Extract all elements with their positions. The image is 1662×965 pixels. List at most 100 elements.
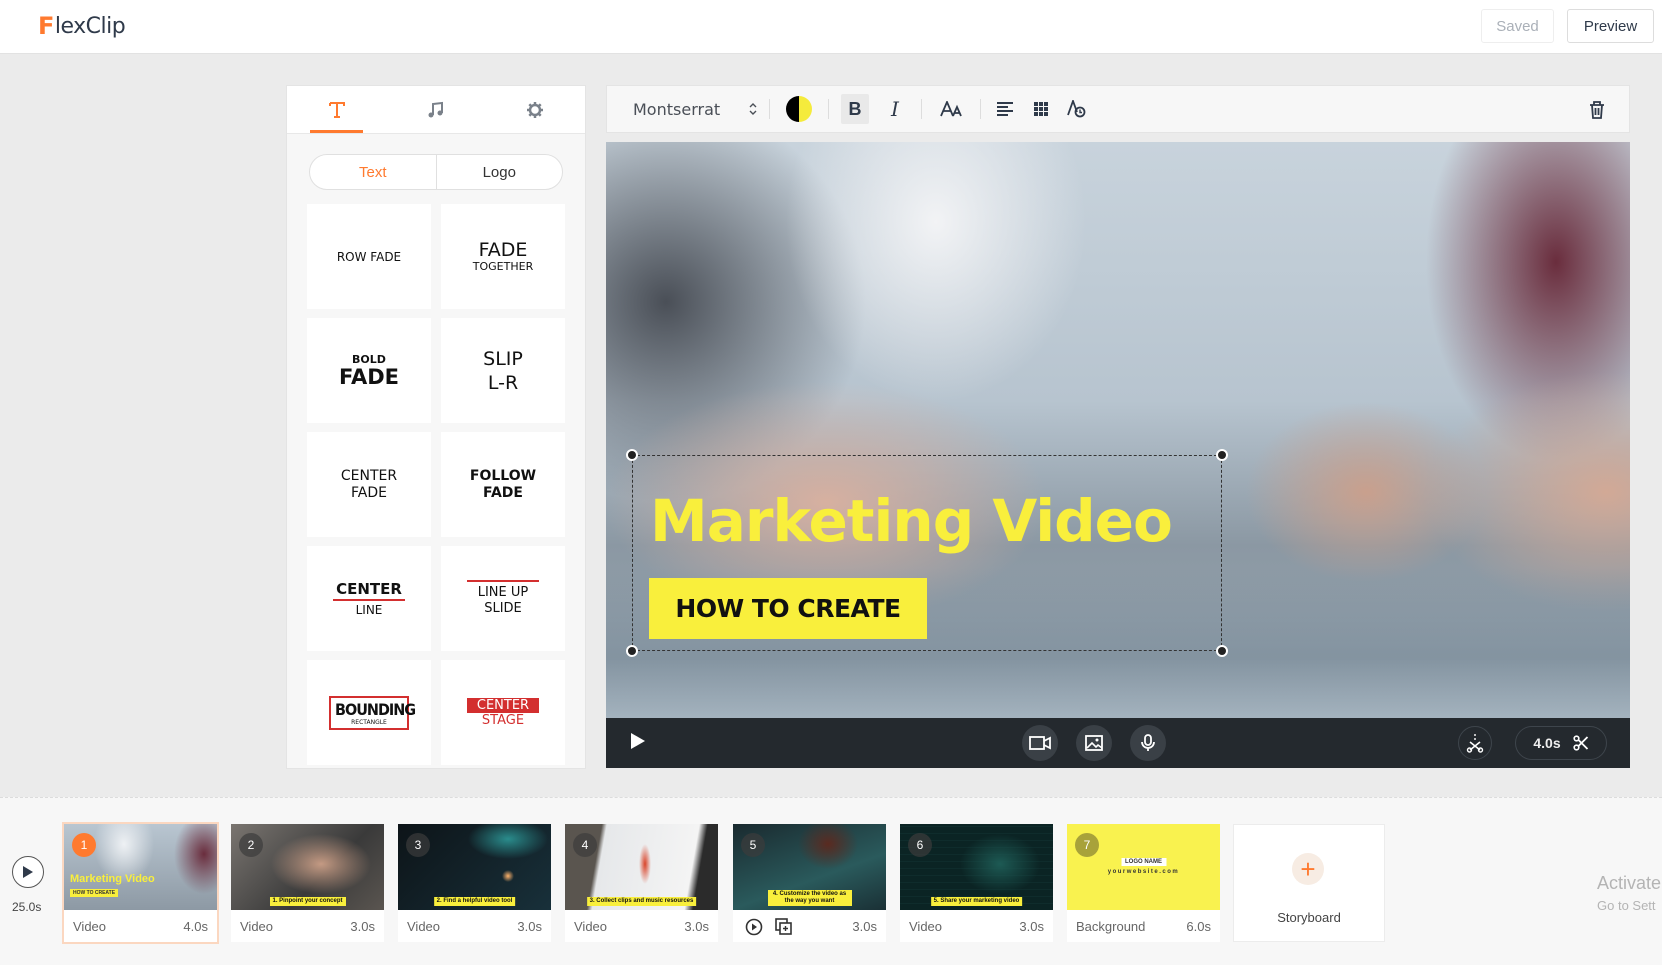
clip-mini-sub: HOW TO CREATE bbox=[70, 889, 119, 897]
clip-number: 4 bbox=[573, 833, 597, 857]
clip-2[interactable]: 2 1. Pinpoint your concept Video 3.0s bbox=[231, 824, 384, 942]
clip-caption: 5. Share your marketing video bbox=[930, 897, 1023, 906]
subtitle-text[interactable]: HOW TO CREATE bbox=[649, 578, 927, 639]
segment-text[interactable]: Text bbox=[310, 155, 437, 189]
clip-1[interactable]: 1 Marketing Video HOW TO CREATE Video 4.… bbox=[62, 822, 219, 944]
clip-thumbnail: 7 LOGO NAME yourwebsite.com bbox=[1067, 824, 1220, 910]
template-slip-lr[interactable]: SLIP L-R bbox=[441, 318, 565, 423]
play-icon bbox=[631, 733, 645, 749]
total-duration: 25.0s bbox=[12, 900, 42, 914]
clip-type: Video bbox=[574, 919, 608, 934]
clip-number: 6 bbox=[908, 833, 932, 857]
clip-duration: 3.0s bbox=[517, 919, 542, 934]
clip-caption: 1. Pinpoint your concept bbox=[269, 897, 346, 906]
clip-thumbnail: 6 5. Share your marketing video bbox=[900, 824, 1053, 910]
storyboard-button[interactable]: + Storyboard bbox=[1233, 824, 1385, 942]
template-line-up-slide[interactable]: LINE UP SLIDE bbox=[441, 546, 565, 651]
video-canvas[interactable]: Marketing Video HOW TO CREATE bbox=[606, 142, 1630, 718]
timeline-play-button[interactable] bbox=[12, 856, 44, 888]
clip-duration: 3.0s bbox=[852, 919, 877, 934]
updown-arrow-icon bbox=[749, 103, 757, 115]
grid-button[interactable] bbox=[1027, 94, 1055, 124]
clip-type: Background bbox=[1076, 919, 1146, 934]
clip-duration: 3.0s bbox=[1019, 919, 1044, 934]
clip-add-button[interactable] bbox=[775, 918, 793, 936]
clip-6[interactable]: 6 5. Share your marketing video Video 3.… bbox=[900, 824, 1053, 942]
clip-thumbnail: 1 Marketing Video HOW TO CREATE bbox=[64, 824, 217, 910]
video-button[interactable] bbox=[1022, 725, 1058, 761]
clip-5[interactable]: 5 4. Customize the video as the way you … bbox=[733, 824, 886, 942]
clip-number: 5 bbox=[741, 833, 765, 857]
clip-thumbnail: 4 3. Collect clips and music resources bbox=[565, 824, 718, 910]
template-bounding-rectangle[interactable]: BOUNDING RECTANGLE bbox=[307, 660, 431, 765]
flexclip-logo[interactable]: FlexClip bbox=[38, 12, 126, 40]
text-animation-button[interactable] bbox=[1063, 94, 1091, 124]
template-label: CENTER bbox=[333, 580, 405, 601]
font-select[interactable]: Montserrat bbox=[633, 94, 763, 124]
video-controls: 4.0s bbox=[606, 718, 1630, 768]
text-timing-icon bbox=[1067, 100, 1086, 118]
resize-handle-top-right[interactable] bbox=[1216, 449, 1228, 461]
divider bbox=[769, 99, 770, 119]
clip-thumbnail: 3 2. Find a helpful video tool bbox=[398, 824, 551, 910]
image-icon bbox=[1085, 735, 1103, 751]
template-fade-together[interactable]: FADE TOGETHER bbox=[441, 204, 565, 309]
template-label-line1: LINE UP bbox=[477, 585, 529, 600]
preview-button[interactable]: Preview bbox=[1567, 9, 1654, 43]
template-label: FADE bbox=[478, 239, 528, 261]
clip-type: Video bbox=[73, 919, 107, 934]
template-center-line[interactable]: CENTER LINE bbox=[307, 546, 431, 651]
template-label: BOUNDING RECTANGLE bbox=[329, 695, 416, 730]
template-sublabel: STAGE bbox=[481, 712, 525, 728]
template-bold-fade[interactable]: BOLD FADE bbox=[307, 318, 431, 423]
tab-settings[interactable] bbox=[486, 86, 585, 133]
clip-duration: 4.0s bbox=[183, 919, 208, 934]
clip-duration: 6.0s bbox=[1186, 919, 1211, 934]
clip-type: Video bbox=[407, 919, 441, 934]
clip-7[interactable]: 7 LOGO NAME yourwebsite.com Background 6… bbox=[1067, 824, 1220, 942]
template-row-fade[interactable]: ROW FADE bbox=[307, 204, 431, 309]
font-size-button[interactable] bbox=[934, 94, 968, 124]
align-button[interactable] bbox=[991, 94, 1019, 124]
clip-play-button[interactable] bbox=[745, 918, 763, 936]
plus-icon: + bbox=[1292, 853, 1324, 885]
tab-text[interactable] bbox=[287, 86, 386, 133]
italic-button[interactable]: I bbox=[881, 94, 909, 124]
template-center-stage[interactable]: CENTER STAGE bbox=[441, 660, 565, 765]
clip-3[interactable]: 3 2. Find a helpful video tool Video 3.0… bbox=[398, 824, 551, 942]
play-button[interactable] bbox=[630, 732, 646, 755]
clip-4[interactable]: 4 3. Collect clips and music resources V… bbox=[565, 824, 718, 942]
segment-logo[interactable]: Logo bbox=[437, 155, 563, 189]
text-toolbar: Montserrat B I bbox=[606, 85, 1630, 133]
resize-handle-bottom-left[interactable] bbox=[626, 645, 638, 657]
color-picker[interactable] bbox=[786, 96, 812, 122]
template-center-fade[interactable]: CENTER FADE bbox=[307, 432, 431, 537]
bold-button[interactable]: B bbox=[841, 94, 869, 124]
logo-f: F bbox=[38, 12, 54, 40]
scissors-icon bbox=[1573, 735, 1588, 751]
microphone-button[interactable] bbox=[1130, 725, 1166, 761]
font-name: Montserrat bbox=[633, 99, 721, 119]
saved-button[interactable]: Saved bbox=[1481, 9, 1554, 43]
clip-number: 3 bbox=[406, 833, 430, 857]
clip-duration: 3.0s bbox=[350, 919, 375, 934]
divider bbox=[980, 99, 981, 119]
template-follow-fade[interactable]: FOLLOW FADE bbox=[441, 432, 565, 537]
delete-button[interactable] bbox=[1589, 95, 1605, 125]
headline-text[interactable]: Marketing Video bbox=[650, 487, 1173, 555]
template-label: CENTER bbox=[340, 467, 398, 484]
text-icon bbox=[328, 101, 345, 118]
tab-music[interactable] bbox=[386, 86, 485, 133]
template-label: FOLLOW bbox=[469, 467, 537, 484]
website-text: yourwebsite.com bbox=[1107, 869, 1180, 875]
split-button[interactable] bbox=[1458, 726, 1492, 760]
resize-handle-bottom-right[interactable] bbox=[1216, 645, 1228, 657]
split-scissors-icon bbox=[1466, 734, 1484, 753]
template-label: SLIP bbox=[483, 347, 523, 370]
trim-duration-button[interactable]: 4.0s bbox=[1515, 726, 1607, 760]
image-button[interactable] bbox=[1076, 725, 1112, 761]
template-sublabel: TOGETHER bbox=[472, 260, 534, 273]
clip-thumbnail: 2 1. Pinpoint your concept bbox=[231, 824, 384, 910]
clip-caption: 3. Collect clips and music resources bbox=[586, 897, 697, 906]
resize-handle-top-left[interactable] bbox=[626, 449, 638, 461]
